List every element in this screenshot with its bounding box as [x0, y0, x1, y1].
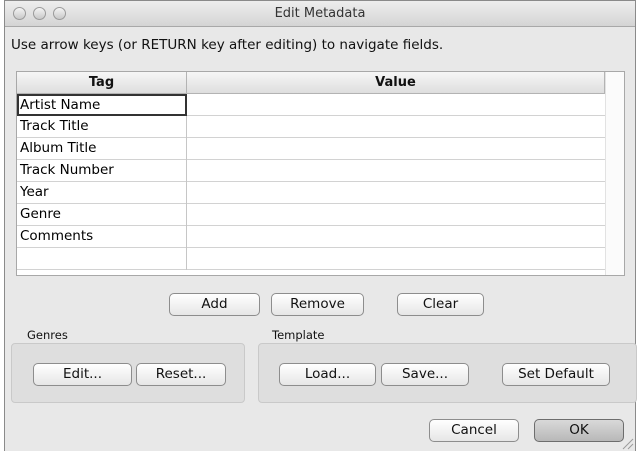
- table-row[interactable]: Genre: [17, 204, 605, 226]
- genres-label: Genres: [27, 328, 68, 342]
- value-cell[interactable]: [187, 204, 605, 226]
- cancel-button[interactable]: Cancel: [429, 419, 519, 442]
- column-header-tag[interactable]: Tag: [17, 72, 187, 94]
- title-bar[interactable]: Edit Metadata: [5, 1, 635, 27]
- resize-grip-icon[interactable]: [620, 436, 634, 450]
- save-template-button[interactable]: Save...: [381, 363, 469, 386]
- set-default-button[interactable]: Set Default: [502, 363, 610, 386]
- value-cell[interactable]: [187, 160, 605, 182]
- table-row[interactable]: Track Title: [17, 116, 605, 138]
- value-cell[interactable]: [187, 248, 605, 270]
- table-row[interactable]: Year: [17, 182, 605, 204]
- tag-cell[interactable]: Comments: [17, 226, 187, 248]
- template-label: Template: [272, 328, 325, 342]
- tag-cell[interactable]: Genre: [17, 204, 187, 226]
- window-title: Edit Metadata: [274, 6, 366, 21]
- table-row[interactable]: Album Title: [17, 138, 605, 160]
- table-scrollbar[interactable]: [605, 72, 624, 275]
- table-row[interactable]: Track Number: [17, 160, 605, 182]
- clear-button[interactable]: Clear: [397, 293, 484, 316]
- metadata-table: Tag Value Artist Name Track Title Album …: [16, 71, 625, 276]
- value-cell[interactable]: [187, 226, 605, 248]
- add-button[interactable]: Add: [169, 293, 260, 316]
- value-cell[interactable]: [187, 94, 605, 116]
- reset-genres-button[interactable]: Reset...: [136, 363, 226, 386]
- value-cell[interactable]: [187, 116, 605, 138]
- tag-cell[interactable]: Year: [17, 182, 187, 204]
- value-cell[interactable]: [187, 182, 605, 204]
- edit-genres-button[interactable]: Edit...: [33, 363, 132, 386]
- column-header-value[interactable]: Value: [187, 72, 605, 94]
- tag-cell[interactable]: Album Title: [17, 138, 187, 160]
- table-row[interactable]: Comments: [17, 226, 605, 248]
- tag-cell[interactable]: Track Number: [17, 160, 187, 182]
- table-header: Tag Value: [17, 72, 624, 94]
- table-row[interactable]: [17, 248, 605, 270]
- tag-cell[interactable]: Track Title: [17, 116, 187, 138]
- value-cell[interactable]: [187, 138, 605, 160]
- table-row[interactable]: Artist Name: [17, 94, 605, 116]
- tag-cell[interactable]: [17, 248, 187, 270]
- edit-metadata-window: Edit Metadata Use arrow keys (or RETURN …: [4, 0, 637, 451]
- remove-button[interactable]: Remove: [271, 293, 364, 316]
- tag-cell[interactable]: Artist Name: [17, 94, 187, 116]
- ok-button[interactable]: OK: [534, 419, 624, 442]
- instruction-text: Use arrow keys (or RETURN key after edit…: [11, 37, 444, 53]
- load-template-button[interactable]: Load...: [279, 363, 376, 386]
